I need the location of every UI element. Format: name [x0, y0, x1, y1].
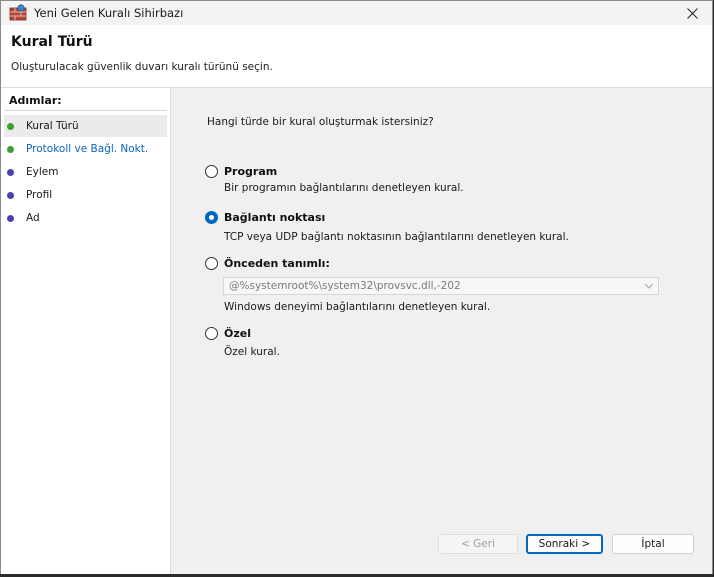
step-eylem: Eylem	[4, 161, 167, 183]
step-ad: Ad	[4, 207, 167, 229]
custom-radio[interactable]	[205, 327, 218, 340]
predefined-description: Windows deneyimi bağlantılarını denetley…	[224, 301, 491, 313]
steps-sidebar: Adımlar: Kural Türü Protokoll ve Bağl. N…	[1, 88, 171, 574]
close-button[interactable]	[672, 1, 712, 25]
steps-heading: Adımlar:	[9, 94, 62, 107]
wizard-content: Hangi türde bir kural oluşturmak istersi…	[171, 88, 712, 574]
step-label: Profil	[26, 189, 53, 201]
port-radio[interactable]	[205, 211, 218, 224]
step-label: Protokoll ve Bağl. Nokt.	[26, 143, 149, 155]
step-status-icon	[7, 214, 14, 222]
custom-label[interactable]: Özel	[224, 327, 251, 340]
page-title: Kural Türü	[11, 34, 93, 50]
next-button[interactable]: Sonraki >	[526, 534, 603, 554]
step-kural-turu[interactable]: Kural Türü	[4, 115, 167, 137]
page-description: Oluşturulacak güvenlik duvarı kuralı tür…	[11, 61, 273, 73]
step-label: Eylem	[26, 166, 59, 178]
program-radio[interactable]	[205, 165, 218, 178]
step-label: Kural Türü	[26, 120, 79, 132]
port-description: TCP veya UDP bağlantı noktasının bağlant…	[224, 231, 569, 243]
step-status-icon	[7, 145, 14, 153]
close-icon	[686, 7, 698, 19]
step-profil: Profil	[4, 184, 167, 206]
step-label: Ad	[26, 212, 40, 224]
steps-divider	[4, 110, 167, 111]
rule-type-question: Hangi türde bir kural oluşturmak istersi…	[207, 116, 434, 128]
port-label[interactable]: Bağlantı noktası	[224, 211, 325, 224]
step-status-icon	[7, 191, 14, 199]
step-status-icon	[7, 168, 14, 176]
predefined-radio[interactable]	[205, 257, 218, 270]
program-description: Bir programın bağlantılarını denetleyen …	[224, 182, 464, 194]
title-bar[interactable]: Yeni Gelen Kuralı Sihirbazı	[1, 1, 712, 25]
predefined-rule-select[interactable]: @%systemroot%\system32\provsvc.dll,-202	[223, 277, 659, 295]
cancel-button[interactable]: İptal	[612, 534, 694, 554]
step-protokol[interactable]: Protokoll ve Bağl. Nokt.	[4, 138, 167, 160]
predefined-label[interactable]: Önceden tanımlı:	[224, 257, 330, 270]
predefined-rule-value: @%systemroot%\system32\provsvc.dll,-202	[229, 280, 461, 292]
custom-description: Özel kural.	[224, 346, 280, 358]
window-title: Yeni Gelen Kuralı Sihirbazı	[34, 6, 184, 20]
program-label[interactable]: Program	[224, 165, 277, 178]
wizard-header: Kural Türü Oluşturulacak güvenlik duvarı…	[1, 25, 712, 88]
chevron-down-icon	[644, 283, 654, 289]
back-button[interactable]: < Geri	[438, 534, 518, 554]
wizard-window: Yeni Gelen Kuralı Sihirbazı Kural Türü O…	[0, 0, 713, 574]
step-status-icon	[7, 122, 14, 130]
firewall-app-icon	[9, 4, 27, 21]
